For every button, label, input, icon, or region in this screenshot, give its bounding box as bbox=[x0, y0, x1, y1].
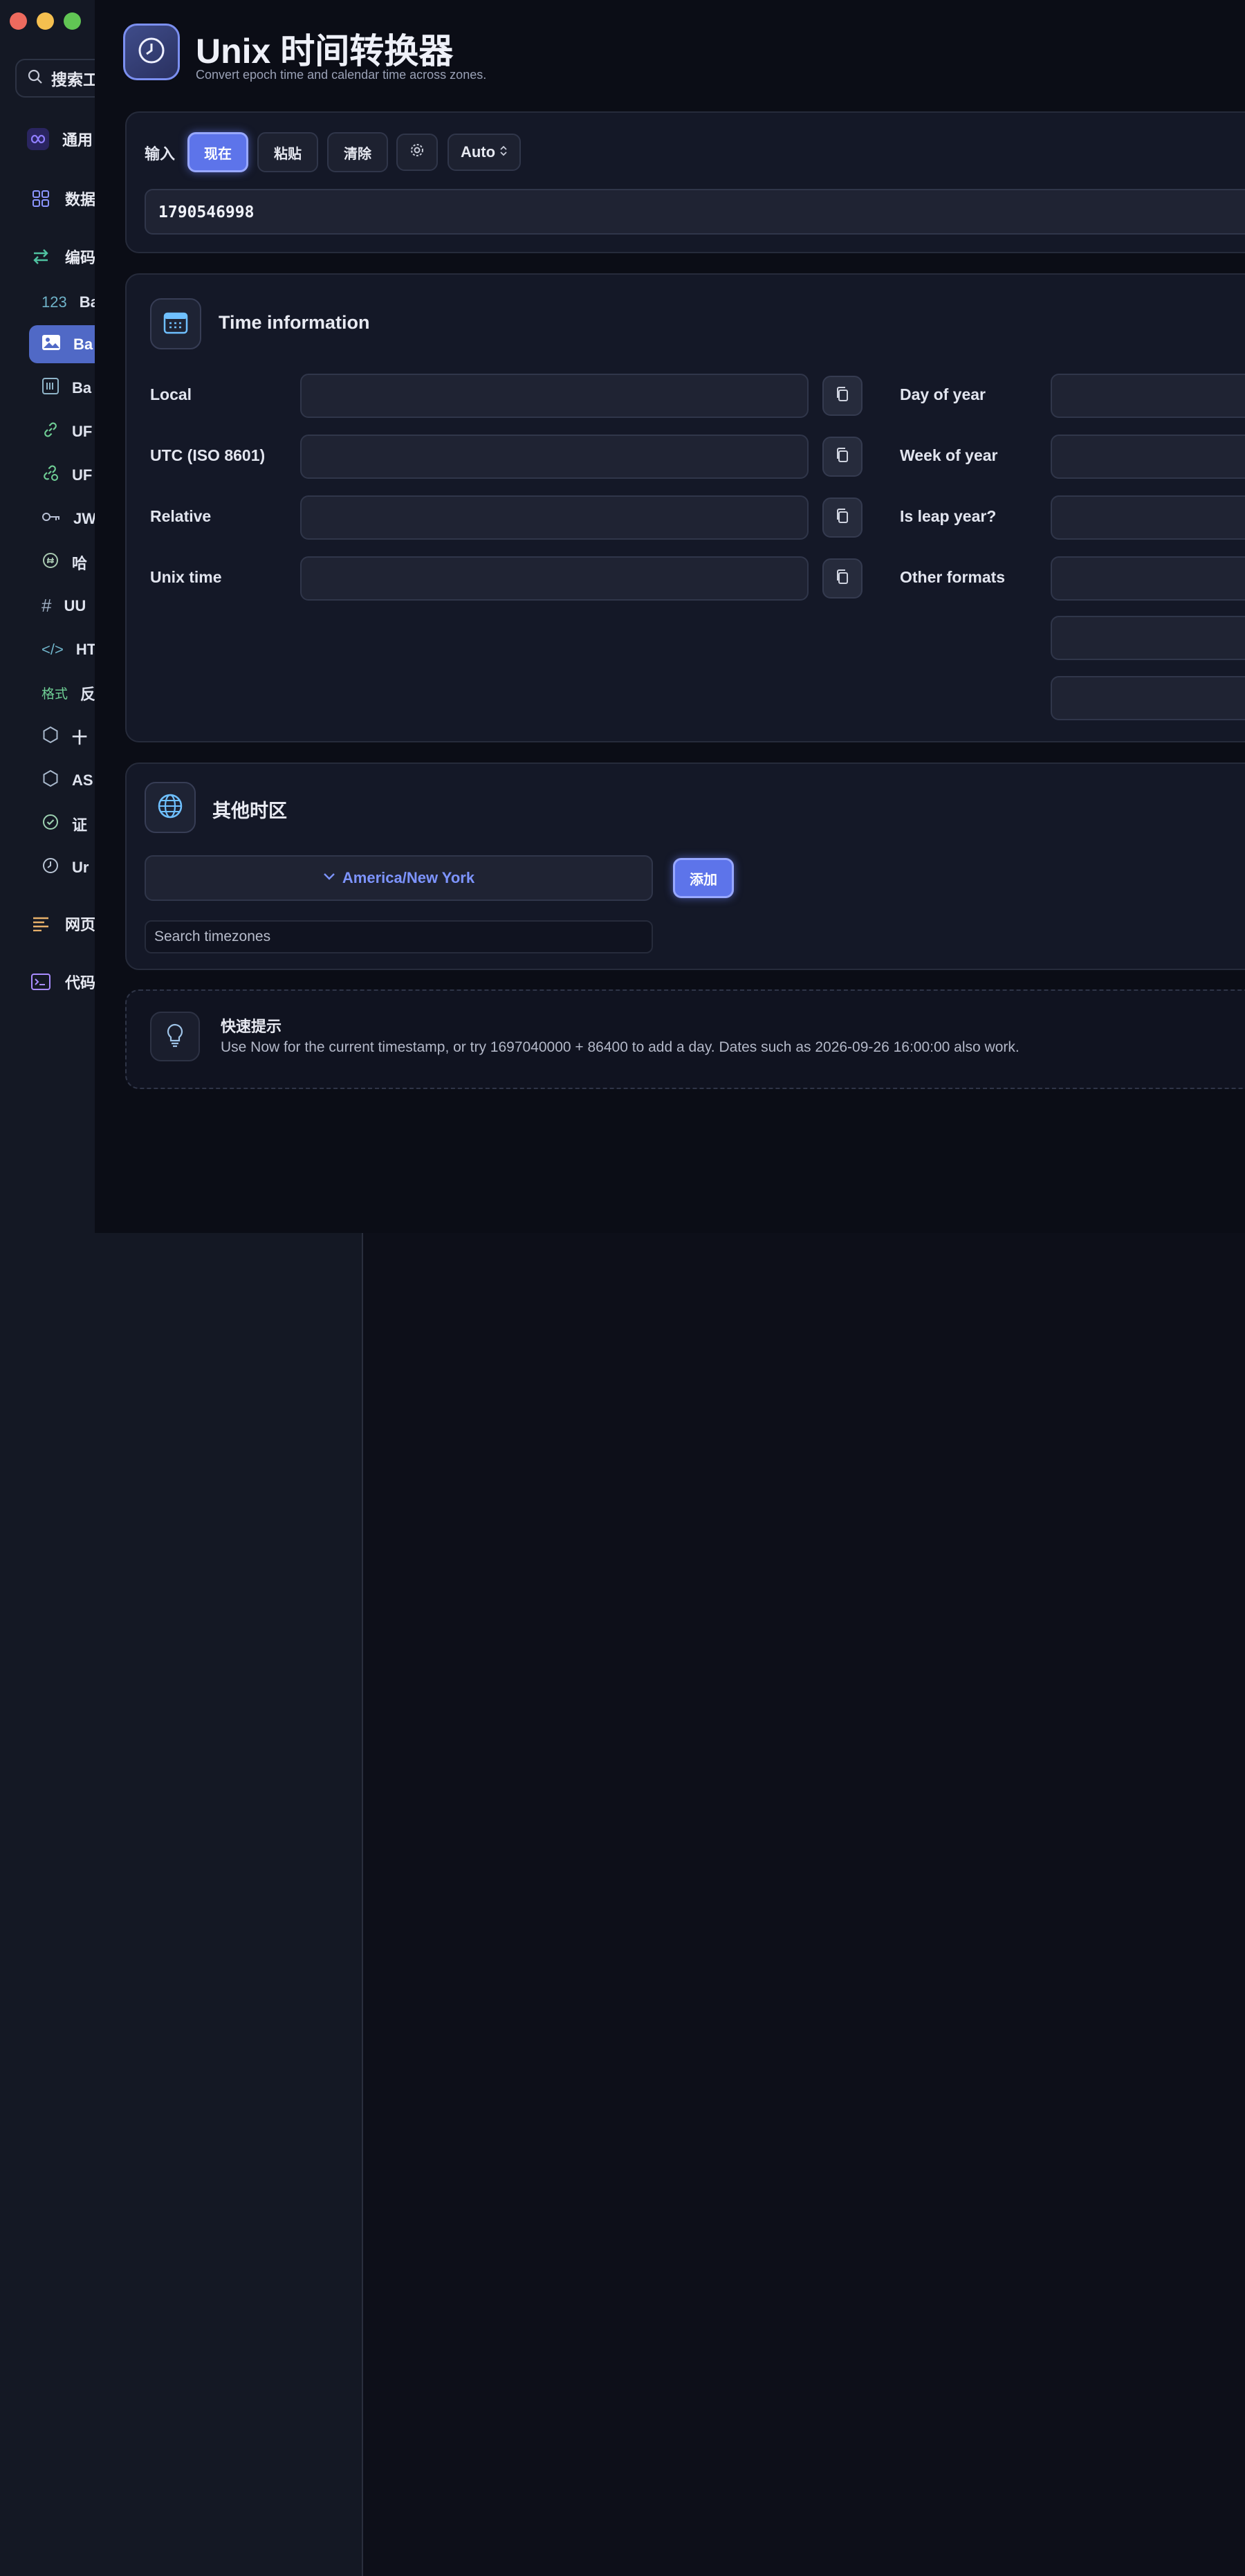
other-format-field-2[interactable] bbox=[1051, 616, 1245, 660]
app-logo bbox=[123, 24, 180, 80]
leap-year-field[interactable] bbox=[1051, 495, 1245, 540]
copy-icon bbox=[835, 569, 850, 589]
code-icon: </> bbox=[42, 640, 64, 658]
numbers-icon: 123 bbox=[42, 293, 67, 311]
terminal-icon bbox=[29, 970, 53, 994]
calendar-icon-wrap bbox=[150, 298, 201, 349]
sidebar-search-label: 搜索工 bbox=[51, 71, 99, 89]
unix-time-field[interactable] bbox=[300, 556, 809, 601]
time-info-title: Time information bbox=[219, 312, 370, 333]
copy-icon bbox=[835, 386, 850, 406]
sidebar-group-code[interactable]: 代码 bbox=[29, 970, 95, 994]
copy-icon bbox=[835, 508, 850, 528]
window-controls bbox=[10, 12, 81, 30]
lightbulb-icon-wrap bbox=[150, 1012, 200, 1061]
quick-tip-title: 快速提示 bbox=[221, 1018, 282, 1035]
globe-icon bbox=[156, 792, 184, 823]
lightbulb-icon bbox=[165, 1023, 185, 1051]
minimize-window-button[interactable] bbox=[37, 12, 54, 30]
day-of-year-field[interactable] bbox=[1051, 374, 1245, 418]
hexagon-icon bbox=[42, 726, 59, 748]
link-icon bbox=[42, 421, 59, 443]
other-format-field-1[interactable] bbox=[1051, 556, 1245, 601]
sidebar-group-label: 代码 bbox=[65, 974, 96, 992]
quick-tip-text: Use Now for the current timestamp, or tr… bbox=[221, 1039, 1020, 1055]
sidebar-group-encoding[interactable]: 编码 bbox=[29, 245, 95, 268]
leap-year-label: Is leap year? bbox=[900, 507, 997, 525]
sidebar-group-label: 通用 bbox=[62, 131, 93, 149]
text-lines-icon bbox=[29, 912, 53, 935]
local-label: Local bbox=[150, 385, 192, 403]
chevron-down-icon bbox=[323, 872, 335, 884]
local-field[interactable] bbox=[300, 374, 809, 418]
copy-icon bbox=[835, 447, 850, 467]
timezone-select-value: America/New York bbox=[342, 869, 475, 886]
sidebar-group-data[interactable]: 数据 bbox=[29, 187, 95, 210]
timestamp-input[interactable]: 1790546998 bbox=[145, 189, 1245, 235]
sidebar-group-general[interactable]: 通用 bbox=[26, 127, 93, 151]
copy-utc-button[interactable] bbox=[822, 437, 863, 477]
timezones-title: 其他时区 bbox=[212, 801, 287, 821]
utc-label: UTC (ISO 8601) bbox=[150, 446, 266, 464]
clock-icon bbox=[42, 857, 59, 879]
hash-icon: # bbox=[42, 595, 52, 616]
input-label: 输入 bbox=[145, 145, 176, 163]
mode-select[interactable]: Auto bbox=[448, 134, 521, 171]
globe-icon-wrap bbox=[145, 782, 196, 833]
gear-icon bbox=[409, 142, 425, 163]
timestamp-input-value: 1790546998 bbox=[158, 203, 255, 221]
timezone-search-input[interactable]: Search timezones bbox=[145, 920, 653, 953]
day-of-year-label: Day of year bbox=[900, 385, 986, 403]
input-card: 输入 现在 粘贴 清除 Auto 1790546998 bbox=[125, 111, 1245, 253]
relative-label: Relative bbox=[150, 507, 212, 525]
now-button[interactable]: 现在 bbox=[187, 132, 248, 172]
week-of-year-label: Week of year bbox=[900, 446, 998, 464]
calendar-icon bbox=[163, 311, 188, 338]
sidebar-group-label: 编码 bbox=[65, 249, 96, 266]
timezone-search-placeholder: Search timezones bbox=[154, 929, 271, 944]
hexagon-icon bbox=[42, 769, 59, 792]
time-info-card: Time information Local UTC (ISO 8601) Re… bbox=[125, 273, 1245, 742]
key-icon bbox=[42, 510, 61, 528]
other-formats-label: Other formats bbox=[900, 568, 1006, 586]
week-of-year-field[interactable] bbox=[1051, 435, 1245, 479]
infinity-icon bbox=[26, 127, 50, 151]
mode-value: Auto bbox=[460, 143, 496, 161]
utc-field[interactable] bbox=[300, 435, 809, 479]
sidebar-group-label: 数据 bbox=[65, 191, 96, 208]
page-title: Unix 时间转换器 bbox=[196, 32, 454, 71]
close-window-button[interactable] bbox=[10, 12, 27, 30]
other-format-field-3[interactable] bbox=[1051, 676, 1245, 720]
sidebar-group-web[interactable]: 网页 bbox=[29, 912, 95, 935]
grid-icon bbox=[29, 187, 53, 210]
barcode-icon bbox=[42, 377, 59, 399]
clock-icon bbox=[136, 35, 167, 69]
format-icon: 格式 bbox=[42, 687, 68, 702]
image-icon bbox=[42, 334, 61, 355]
page-subtitle: Convert epoch time and calendar time acr… bbox=[196, 68, 487, 82]
quick-tip-card: 快速提示 Use Now for the current timestamp, … bbox=[125, 989, 1245, 1089]
copy-local-button[interactable] bbox=[822, 376, 863, 416]
paste-button[interactable]: 粘贴 bbox=[257, 132, 318, 172]
link-gear-icon bbox=[42, 464, 59, 486]
add-timezone-button[interactable]: 添加 bbox=[673, 858, 734, 898]
sidebar-group-label: 网页 bbox=[65, 916, 96, 933]
copy-relative-button[interactable] bbox=[822, 497, 863, 538]
clear-button[interactable]: 清除 bbox=[327, 132, 388, 172]
settings-button[interactable] bbox=[396, 134, 438, 171]
relative-field[interactable] bbox=[300, 495, 809, 540]
maximize-window-button[interactable] bbox=[64, 12, 81, 30]
timezone-select[interactable]: America/New York bbox=[145, 855, 653, 901]
fingerprint-icon bbox=[42, 551, 59, 574]
badge-check-icon bbox=[42, 813, 59, 835]
chevron-updown-icon bbox=[499, 143, 508, 161]
arrows-icon bbox=[29, 245, 53, 268]
unix-time-label: Unix time bbox=[150, 568, 222, 586]
timezones-card: 其他时区 America/New York 添加 Search timezone… bbox=[125, 762, 1245, 970]
search-icon bbox=[28, 69, 43, 88]
copy-unix-time-button[interactable] bbox=[822, 558, 863, 599]
